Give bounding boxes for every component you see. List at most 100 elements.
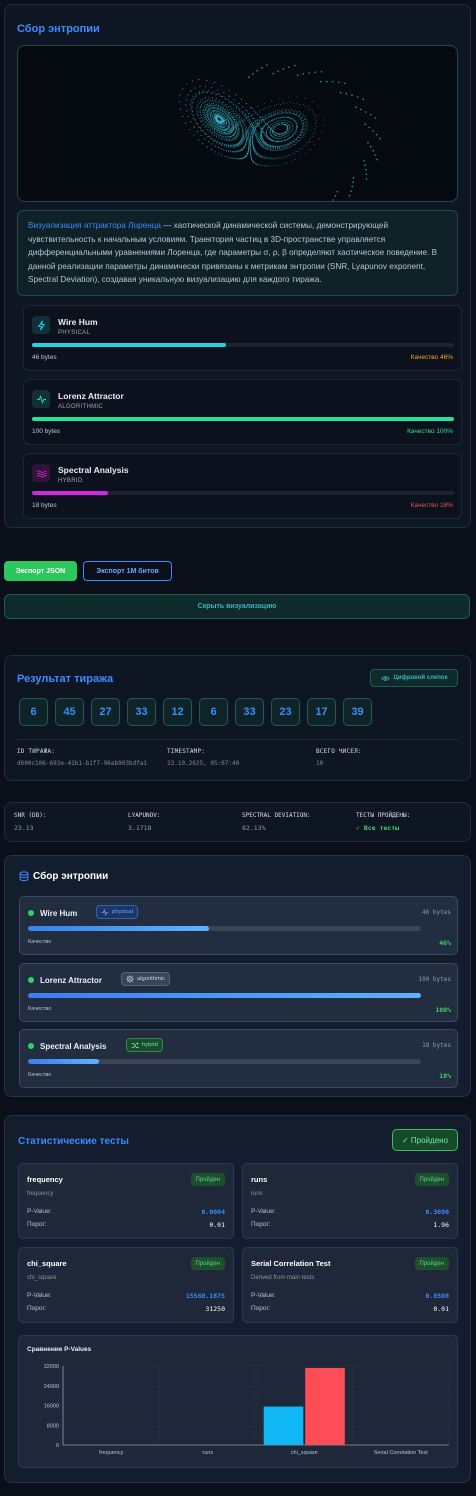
threshold: 0.01 (433, 1305, 449, 1313)
statistical-tests-title: Статистические тесты (18, 1136, 129, 1147)
badge-label: physical (112, 909, 133, 915)
snr-label: SNR (DB): (14, 812, 47, 819)
export-json-button[interactable]: Экспорт JSON (4, 561, 77, 581)
entropy-source-wire-hum: Wire Hum physical 46 bytes Качество 46% (19, 896, 458, 955)
pvalue-label: P-Value: (27, 1208, 52, 1215)
test-name: chi_square (27, 1259, 67, 1268)
threshold-label: Порог: (27, 1221, 47, 1228)
lorenz-attractor-plot (178, 64, 381, 201)
threshold: 31250 (205, 1305, 225, 1313)
quality-bar-fill (28, 926, 209, 931)
source-name: Spectral Analysis (40, 1042, 107, 1051)
draw-number: 33 (127, 698, 156, 726)
lightning-icon (32, 316, 50, 334)
test-card-runs: runs Пройден runs P-Value: 0.3690 Порог:… (242, 1163, 458, 1239)
tests-passed-button[interactable]: ✓ Пройдено (392, 1129, 458, 1151)
draw-id-value: d600c106-693e-41b1-b1f7-96ab903bdfa1 (17, 760, 148, 767)
lorenz-attractor-canvas[interactable] (17, 45, 458, 202)
quality-bar (28, 926, 421, 931)
pvalue-comparison-chart: Сравнение P-Values 0 8000 16000 24000 32000 f… (18, 1335, 458, 1468)
source-quality: Качество 46% (410, 354, 453, 361)
entropy-metrics-bar: SNR (DB): 23.13 LYAPUNOV: 3.1718 SPECTRA… (4, 802, 471, 842)
test-subtitle: chi_square (27, 1275, 57, 1281)
test-status-badge: Пройден (414, 1173, 449, 1186)
quality-bar (28, 1059, 421, 1064)
x-tick-label: runs (202, 1450, 213, 1456)
y-tick-label: 8000 (47, 1423, 59, 1429)
test-card-serial-correlation: Serial Correlation Test Пройден Derived … (242, 1247, 458, 1323)
quality-bar-fill (28, 1059, 99, 1064)
x-tick-label: chi_square (291, 1450, 318, 1456)
quality-bar-fill (28, 993, 421, 998)
statistical-tests-panel: Статистические тесты ✓ Пройдено frequenc… (4, 1115, 471, 1483)
draw-number: 6 (199, 698, 228, 726)
bar (263, 1406, 304, 1445)
quality-label: Качество (28, 1072, 52, 1078)
source-type: PHYSICAL (58, 330, 91, 336)
quality-value: 18% (439, 1072, 451, 1080)
y-tick-label: 32000 (44, 1364, 59, 1370)
test-status-badge: Пройден (190, 1173, 225, 1186)
pvalue: 0.0004 (201, 1208, 225, 1216)
source-quality: Качество 100% (407, 428, 453, 435)
description-highlight: Визуализация аттрактора Лоренца (28, 221, 161, 230)
source-bytes: 100 bytes (418, 976, 451, 983)
pvalue: 15568.1875 (185, 1292, 225, 1300)
digital-snapshot-button[interactable]: Цифровой слепок (370, 669, 458, 687)
test-subtitle: Derived from main tests (251, 1275, 315, 1281)
source-badge: physical (96, 905, 138, 919)
badge-label: algorithmic (137, 976, 166, 982)
quality-bar (32, 417, 454, 421)
threshold: 1.96 (433, 1221, 449, 1229)
source-quality: Качество 18% (410, 502, 453, 509)
snr-value: 23.13 (14, 824, 34, 832)
threshold-label: Порог: (251, 1305, 271, 1312)
entropy-visualization-panel: Сбор энтропии Визуализация аттрактора Ло… (4, 4, 471, 528)
export-1m-bits-button[interactable]: Экспорт 1M битов (83, 561, 172, 581)
timestamp-label: TIMESTAMP: (167, 748, 206, 755)
badge-label: hybrid (142, 1042, 158, 1048)
x-tick-label: frequency (99, 1450, 123, 1456)
gear-icon (126, 975, 134, 983)
pvalue-label: P-Value: (27, 1292, 52, 1299)
lyapunov-label: LYAPUNOV: (128, 812, 161, 819)
hide-visualization-button[interactable]: Скрыть визуализацию (4, 594, 470, 619)
quality-label: Качество (28, 939, 52, 945)
test-name: Serial Correlation Test (251, 1259, 331, 1268)
total-numbers-value: 10 (316, 760, 324, 767)
shuffle-icon (131, 1041, 139, 1049)
draw-number: 33 (235, 698, 264, 726)
quality-bar (28, 993, 421, 998)
pulse-icon (101, 908, 109, 916)
lyapunov-value: 3.1718 (128, 824, 152, 832)
source-bytes: 46 bytes (32, 354, 57, 361)
test-subtitle: runs (251, 1191, 263, 1197)
test-card-chi-square: chi_square Пройден chi_square P-Value: 1… (18, 1247, 234, 1323)
draw-number: 39 (343, 698, 372, 726)
x-tick-label: Serial Correlation Test (374, 1450, 428, 1456)
draw-number: 23 (271, 698, 300, 726)
database-icon (19, 871, 29, 882)
test-status-badge: Пройден (414, 1257, 449, 1270)
draw-result-panel: Результат тиража Цифровой слепок 6 45 27… (4, 655, 471, 781)
quality-bar-fill (32, 417, 454, 421)
entropy-collection-title: Сбор энтропии (33, 871, 109, 882)
quality-bar-fill (32, 343, 227, 347)
draw-number: 45 (55, 698, 84, 726)
entropy-source-lorenz-attractor: Lorenz Attractor algorithmic 100 bytes К… (19, 963, 458, 1022)
source-card-wire-hum: Wire Hum PHYSICAL 46 bytes Качество 46% (23, 305, 462, 371)
quality-bar-fill (32, 491, 108, 495)
tests-passed-value: ✓ Все тесты (356, 824, 400, 832)
panel-title: Сбор энтропии (17, 23, 100, 35)
spectral-deviation-value: 82.13% (242, 824, 266, 832)
source-bytes: 100 bytes (32, 428, 61, 435)
test-card-frequency: frequency Пройден frequency P-Value: 0.0… (18, 1163, 234, 1239)
test-name: frequency (27, 1175, 63, 1184)
eye-icon (380, 675, 390, 681)
status-dot (28, 910, 34, 916)
source-name: Wire Hum (58, 317, 98, 327)
source-bytes: 18 bytes (32, 502, 57, 509)
source-badge: hybrid (126, 1038, 163, 1052)
total-numbers-label: ВСЕГО ЧИСЕЛ: (316, 748, 362, 755)
y-tick-label: 0 (56, 1443, 59, 1449)
